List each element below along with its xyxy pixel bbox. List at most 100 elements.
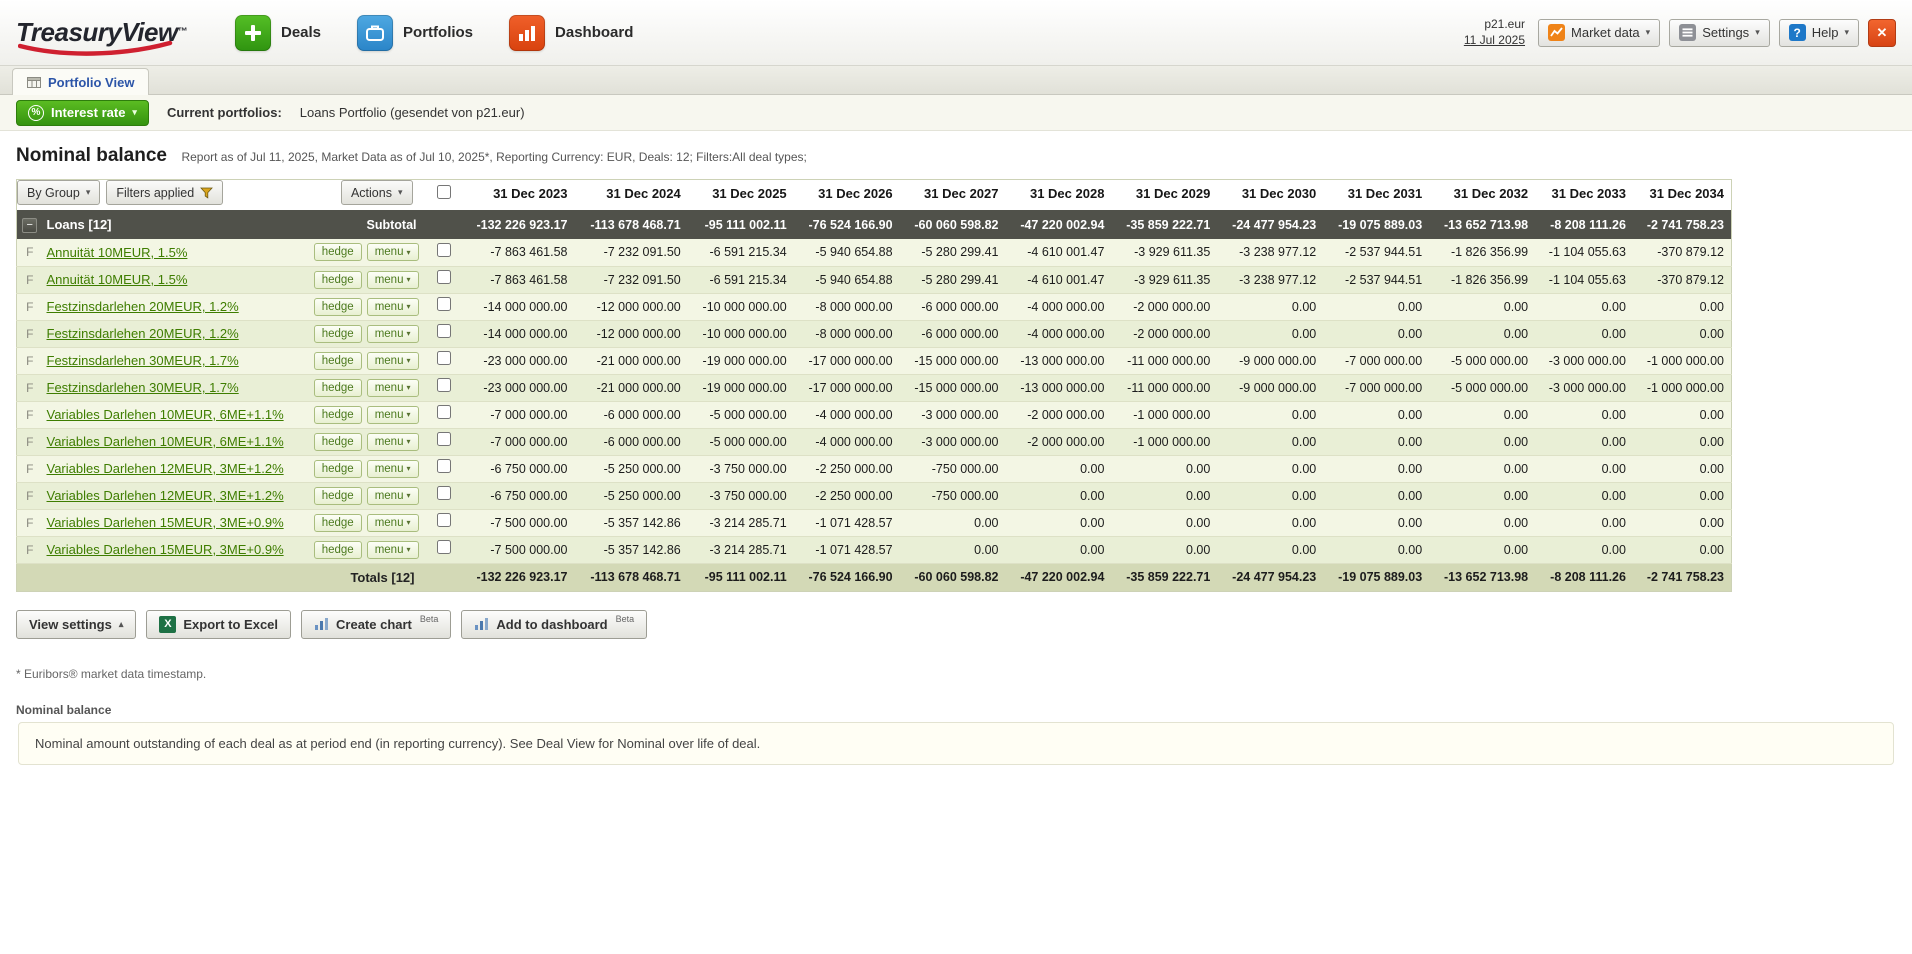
value-cell: -11 000 000.00 <box>1127 353 1211 368</box>
row-checkbox[interactable] <box>436 378 451 392</box>
value-cell: -13 652 713.98 <box>1444 570 1529 584</box>
value-cell: 0.00 <box>1699 461 1724 476</box>
row-checkbox[interactable] <box>436 513 451 527</box>
tab-strip: Portfolio View <box>0 66 1912 95</box>
menu-button[interactable]: menu ▾ <box>366 270 419 289</box>
value-cell: -3 214 285.71 <box>709 515 787 530</box>
settings-button[interactable]: Settings ▾ <box>1669 18 1770 47</box>
create-chart-button[interactable]: Create chart Beta <box>301 609 452 639</box>
value-cell: 0.00 <box>1699 542 1724 557</box>
deal-type-badge: F <box>26 272 34 287</box>
value-cell: -60 060 598.82 <box>914 570 999 584</box>
deal-link[interactable]: Festzinsdarlehen 30MEUR, 1.7% <box>47 353 239 368</box>
hedge-button[interactable]: hedge <box>313 378 362 397</box>
hedge-button[interactable]: hedge <box>313 486 362 505</box>
deal-link[interactable]: Variables Darlehen 10MEUR, 6ME+1.1% <box>47 434 284 449</box>
percent-icon: % <box>28 104 44 121</box>
value-cell: -3 750 000.00 <box>709 488 787 503</box>
market-data-button[interactable]: Market data ▾ <box>1538 18 1661 47</box>
hedge-button[interactable]: hedge <box>313 432 362 451</box>
table-grid-icon <box>27 76 41 88</box>
by-group-label: By Group <box>27 185 80 200</box>
hedge-button[interactable]: hedge <box>313 513 362 532</box>
deal-link[interactable]: Variables Darlehen 12MEUR, 3ME+1.2% <box>47 461 284 476</box>
deal-type-badge: F <box>26 353 34 368</box>
hedge-button[interactable]: hedge <box>313 459 362 478</box>
deal-link[interactable]: Variables Darlehen 12MEUR, 3ME+1.2% <box>47 488 284 503</box>
value-cell: -5 280 299.41 <box>921 272 999 287</box>
menu-button[interactable]: menu ▾ <box>366 378 419 397</box>
portfolios-briefcase-icon <box>357 14 394 51</box>
deal-link[interactable]: Festzinsdarlehen 30MEUR, 1.7% <box>47 380 239 395</box>
user-id: p21.eur <box>1484 16 1526 31</box>
interest-rate-dropdown[interactable]: % Interest rate ▾ <box>16 99 149 126</box>
value-cell: 0.00 <box>1503 326 1529 341</box>
menu-button[interactable]: menu ▾ <box>366 459 419 478</box>
value-cell: 0.00 <box>1699 434 1724 449</box>
close-button[interactable]: ✕ <box>1868 18 1896 47</box>
hedge-button[interactable]: hedge <box>313 243 362 262</box>
deal-link[interactable]: Variables Darlehen 15MEUR, 3ME+0.9% <box>47 542 284 557</box>
row-checkbox[interactable] <box>436 242 451 257</box>
row-checkbox[interactable] <box>436 297 451 311</box>
menu-button[interactable]: menu ▾ <box>366 432 419 451</box>
menu-button[interactable]: menu ▾ <box>366 351 419 370</box>
menu-button[interactable]: menu ▾ <box>366 513 419 532</box>
menu-button[interactable]: menu ▾ <box>366 486 419 505</box>
row-checkbox[interactable] <box>436 270 451 284</box>
deal-link[interactable]: Annuität 10MEUR, 1.5% <box>47 245 188 260</box>
hedge-button[interactable]: hedge <box>313 405 362 424</box>
hedge-button[interactable]: hedge <box>313 540 362 559</box>
row-checkbox[interactable] <box>436 324 451 338</box>
row-checkbox[interactable] <box>436 486 451 500</box>
menu-button[interactable]: menu ▾ <box>366 540 419 559</box>
report-date-link[interactable]: 11 Jul 2025 <box>1464 33 1525 49</box>
deal-link[interactable]: Festzinsdarlehen 20MEUR, 1.2% <box>47 326 239 341</box>
menu-button[interactable]: menu ▾ <box>366 243 419 262</box>
column-header: 31 Dec 2030 <box>1217 179 1324 210</box>
value-cell: -10 000 000.00 <box>702 326 787 341</box>
nav-dashboard[interactable]: Dashboard <box>509 14 633 51</box>
deal-type-badge: F <box>26 434 34 449</box>
nav-portfolios[interactable]: Portfolios <box>357 14 473 51</box>
menu-button[interactable]: menu ▾ <box>366 297 419 316</box>
value-cell: -6 000 000.00 <box>603 434 681 449</box>
nav-deals[interactable]: Deals <box>235 14 321 51</box>
row-checkbox[interactable] <box>436 459 451 473</box>
row-checkbox[interactable] <box>436 351 451 365</box>
deal-link[interactable]: Festzinsdarlehen 20MEUR, 1.2% <box>47 299 239 314</box>
value-cell: -5 357 142.86 <box>603 542 681 557</box>
value-cell: 0.00 <box>1397 461 1423 476</box>
actions-dropdown[interactable]: Actions ▾ <box>340 180 413 205</box>
view-settings-button[interactable]: View settings ▴ <box>16 609 137 639</box>
row-checkbox[interactable] <box>436 405 451 419</box>
value-cell: -23 000 000.00 <box>483 353 568 368</box>
value-cell: -1 104 055.63 <box>1548 272 1626 287</box>
funnel-icon <box>200 187 214 199</box>
row-checkbox[interactable] <box>436 540 451 554</box>
export-to-excel-button[interactable]: X Export to Excel <box>146 609 292 639</box>
hedge-button[interactable]: hedge <box>313 270 362 289</box>
collapse-group-button[interactable]: − <box>22 217 38 233</box>
row-checkbox[interactable] <box>436 432 451 446</box>
filters-applied-button[interactable]: Filters applied <box>106 180 224 205</box>
menu-button[interactable]: menu ▾ <box>366 405 419 424</box>
value-cell: -3 929 611.35 <box>1134 245 1211 260</box>
menu-button[interactable]: menu ▾ <box>366 324 419 343</box>
by-group-dropdown[interactable]: By Group ▾ <box>17 180 101 205</box>
add-to-dashboard-button[interactable]: Add to dashboard Beta <box>461 609 648 639</box>
select-all-checkbox[interactable] <box>436 185 451 199</box>
deal-link[interactable]: Variables Darlehen 15MEUR, 3ME+0.9% <box>47 515 284 530</box>
value-cell: -5 000 000.00 <box>1450 380 1529 395</box>
value-cell: -47 220 002.94 <box>1020 570 1105 584</box>
hedge-button[interactable]: hedge <box>313 324 362 343</box>
deal-link[interactable]: Annuität 10MEUR, 1.5% <box>47 272 188 287</box>
hedge-button[interactable]: hedge <box>313 351 362 370</box>
table-row: F Variables Darlehen 10MEUR, 6ME+1.1% he… <box>16 428 1732 455</box>
hedge-button[interactable]: hedge <box>313 297 362 316</box>
tab-portfolio-view[interactable]: Portfolio View <box>12 68 150 95</box>
table-row: F Variables Darlehen 12MEUR, 3ME+1.2% he… <box>16 455 1732 482</box>
deal-link[interactable]: Variables Darlehen 10MEUR, 6ME+1.1% <box>47 407 284 422</box>
menu-button-label: menu <box>374 381 404 394</box>
help-button[interactable]: ? Help ▾ <box>1778 18 1859 47</box>
